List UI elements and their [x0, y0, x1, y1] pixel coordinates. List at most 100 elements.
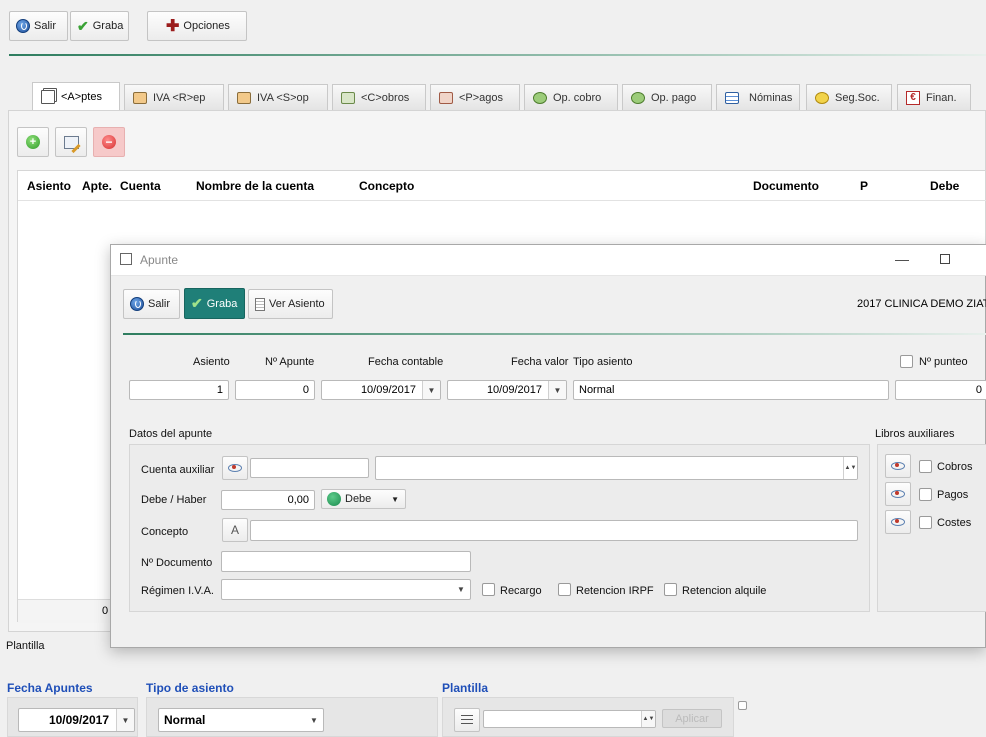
fecha-apuntes-field[interactable]: 10/09/2017 ▼: [18, 708, 135, 732]
cuenta-auxiliar-input[interactable]: [250, 458, 369, 478]
graba-button[interactable]: ✔ Graba: [70, 11, 129, 41]
fecha-valor-label: Fecha valor: [511, 356, 569, 368]
spin-icon[interactable]: ▲▼: [641, 711, 655, 727]
chevron-down-icon[interactable]: ▼: [422, 381, 440, 399]
power-icon: [130, 297, 144, 311]
aplicar-label: Aplicar: [675, 712, 709, 725]
column-header-apte[interactable]: Apte.: [82, 179, 112, 193]
costes-lookup-button[interactable]: [885, 510, 911, 534]
dialog-divider: [123, 333, 986, 335]
aplicar-button[interactable]: Aplicar: [662, 709, 722, 728]
power-icon: [16, 19, 30, 33]
opciones-button[interactable]: ✚ Opciones: [147, 11, 247, 41]
n-apunte-input[interactable]: 0: [235, 380, 315, 400]
tab-apuntes[interactable]: <A>ptes: [32, 82, 120, 111]
retencion-irpf-checkbox[interactable]: [558, 583, 571, 596]
column-header-asiento[interactable]: Asiento: [27, 179, 71, 193]
edit-button[interactable]: [55, 127, 87, 157]
retencion-alquiler-label: Retencion alquiler: [682, 585, 766, 597]
column-header-cuenta[interactable]: Cuenta: [120, 179, 161, 193]
spin-icon[interactable]: ▲▼: [843, 457, 857, 479]
coins-icon: [815, 91, 829, 104]
column-header-debe[interactable]: Debe: [930, 179, 959, 193]
graba-label: Graba: [206, 297, 238, 310]
plantilla-checkbox[interactable]: [738, 701, 747, 710]
iva-rep-icon: [133, 91, 147, 104]
tab-seg-soc[interactable]: Seg.Soc.: [806, 84, 892, 110]
edit-icon: [63, 135, 81, 153]
retencion-irpf-label: Retencion IRPF: [576, 585, 654, 597]
n-punteo-input[interactable]: 0: [895, 380, 986, 400]
dialog-graba-button[interactable]: ✔ Graba: [184, 288, 245, 319]
tab-label: Op. pago: [651, 91, 697, 104]
pagos-lookup-button[interactable]: [885, 482, 911, 506]
document-icon: [255, 297, 265, 311]
cobros-checkbox[interactable]: [919, 460, 932, 473]
n-punteo-value: 0: [975, 384, 982, 396]
chevron-down-icon[interactable]: ▼: [116, 709, 134, 731]
fecha-valor-value: 10/09/2017: [486, 384, 542, 396]
regimen-iva-select[interactable]: ▼: [221, 579, 471, 600]
plantilla-list-button[interactable]: [454, 708, 480, 732]
n-documento-label: Nº Documento: [141, 557, 213, 569]
tipo-asiento-select[interactable]: Normal ▼: [158, 708, 324, 732]
tab-cobros[interactable]: <C>obros: [332, 84, 426, 110]
concepto-lookup-button[interactable]: A: [222, 518, 248, 542]
chevron-down-icon[interactable]: ▼: [305, 709, 323, 731]
tipo-asiento-input[interactable]: Normal: [573, 380, 889, 400]
cuenta-auxiliar-name-input[interactable]: ▲▼: [375, 456, 858, 480]
tab-label: Finan.: [926, 91, 957, 104]
costes-label: Costes: [937, 517, 972, 529]
column-header-concepto[interactable]: Concepto: [359, 179, 414, 193]
cuenta-auxiliar-label: Cuenta auxiliar: [141, 464, 215, 476]
tab-iva-rep[interactable]: IVA <R>ep: [124, 84, 224, 110]
tab-op-pago[interactable]: Op. pago: [622, 84, 712, 110]
fecha-contable-label: Fecha contable: [368, 356, 444, 368]
column-header-documento[interactable]: Documento: [753, 179, 819, 193]
column-header-p[interactable]: P: [860, 179, 868, 193]
fecha-valor-input[interactable]: 10/09/2017 ▼: [447, 380, 567, 400]
salir-button[interactable]: Salir: [9, 11, 68, 41]
pagos-checkbox[interactable]: [919, 488, 932, 501]
tab-finan[interactable]: € Finan.: [897, 84, 971, 110]
ver-asiento-button[interactable]: Ver Asiento: [248, 289, 333, 319]
debe-haber-input[interactable]: 0,00: [221, 490, 315, 510]
fecha-contable-input[interactable]: 10/09/2017 ▼: [321, 380, 441, 400]
tipo-asiento-label: Tipo de asiento: [146, 681, 234, 695]
dialog-titlebar: [111, 245, 986, 276]
dialog-salir-button[interactable]: Salir: [123, 289, 180, 319]
retencion-alquiler-checkbox[interactable]: [664, 583, 677, 596]
column-header-nombre-cuenta[interactable]: Nombre de la cuenta: [196, 179, 314, 193]
chevron-down-icon[interactable]: ▼: [548, 381, 566, 399]
fecha-contable-value: 10/09/2017: [360, 384, 416, 396]
regimen-iva-label: Régimen I.V.A.: [141, 585, 214, 597]
n-punteo-checkbox[interactable]: [900, 355, 913, 368]
asiento-label: Asiento: [193, 356, 230, 368]
tipo-asiento-dialog-label: Tipo asiento: [573, 356, 633, 368]
add-button[interactable]: +: [17, 127, 49, 157]
plantilla-input[interactable]: ▲▼: [483, 710, 656, 728]
recargo-checkbox[interactable]: [482, 583, 495, 596]
grid-header: [18, 171, 986, 201]
tab-iva-sop[interactable]: IVA <S>op: [228, 84, 328, 110]
delete-button[interactable]: −: [93, 127, 125, 157]
asiento-value: 1: [216, 384, 223, 396]
maximize-icon[interactable]: [940, 254, 950, 264]
eye-icon: [228, 464, 242, 472]
libros-auxiliares-title: Libros auxiliares: [875, 428, 955, 440]
n-documento-input[interactable]: [221, 551, 471, 572]
tab-label: IVA <R>ep: [153, 91, 206, 104]
minimize-icon[interactable]: —: [895, 251, 909, 267]
costes-checkbox[interactable]: [919, 516, 932, 529]
tab-pagos[interactable]: <P>agos: [430, 84, 520, 110]
chevron-down-icon[interactable]: ▼: [452, 580, 470, 599]
concepto-input[interactable]: [250, 520, 858, 541]
salir-label: Salir: [148, 298, 171, 310]
cobros-lookup-button[interactable]: [885, 454, 911, 478]
tab-nominas[interactable]: Nóminas: [716, 84, 800, 110]
tab-op-cobro[interactable]: Op. cobro: [524, 84, 618, 110]
cuenta-auxiliar-lookup-button[interactable]: [222, 456, 248, 480]
debe-haber-select[interactable]: Debe ▼: [321, 489, 406, 509]
asiento-input[interactable]: 1: [129, 380, 229, 400]
n-punteo-label: Nº punteo: [919, 356, 968, 368]
